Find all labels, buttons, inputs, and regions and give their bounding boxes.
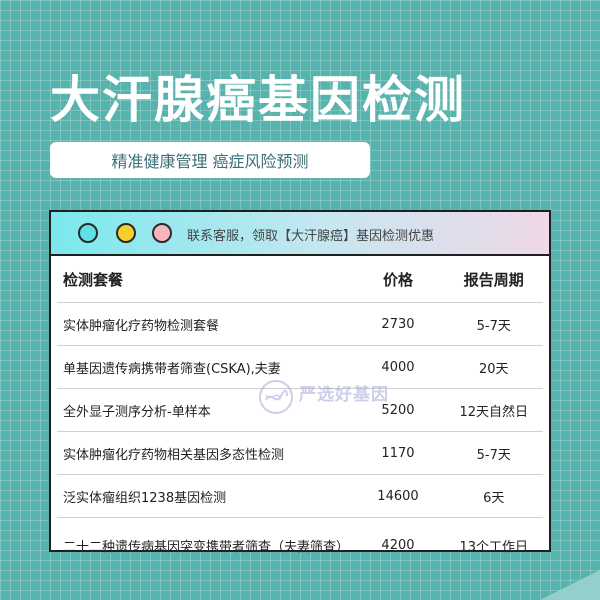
package-name: 泛实体瘤组织1238基因检测 <box>57 474 352 518</box>
subtitle-banner: 精准健康管理 癌症风险预测 <box>50 142 370 178</box>
package-price: 4200 <box>381 537 415 553</box>
corner-fold <box>540 570 600 600</box>
yellow-dot-icon <box>116 223 136 243</box>
cyan-dot-icon <box>78 223 98 243</box>
package-name: 二十二种遗传病基因突变携带者筛查（夫妻筛查） <box>63 539 350 555</box>
package-name: 单基因遗传病携带者筛查(CSKA),夫妻 <box>57 345 352 389</box>
table-row: 实体肿瘤化疗药物相关基因多态性检测 1170 5-7天 <box>57 431 543 475</box>
package-price: 4000 <box>351 345 445 389</box>
card-header: 联系客服，领取【大汗腺癌】基因检测优惠 <box>51 212 549 256</box>
table-row: 二十二种遗传病基因突变携带者筛查（夫妻筛查） 4200 13个工作日 <box>57 518 543 573</box>
column-header-price: 价格 <box>351 256 445 303</box>
report-period: 6天 <box>444 474 543 518</box>
package-price: 2730 <box>351 302 445 346</box>
package-price: 5200 <box>351 388 445 432</box>
contact-service-text[interactable]: 联系客服，领取【大汗腺癌】基因检测优惠 <box>187 225 434 244</box>
column-header-period: 报告周期 <box>444 256 543 303</box>
subtitle-text: 精准健康管理 癌症风险预测 <box>111 152 309 171</box>
package-price: 14600 <box>351 474 445 518</box>
package-name: 全外显子测序分析-单样本 <box>57 388 352 432</box>
page-title: 大汗腺癌基因检测 <box>50 71 466 129</box>
report-period: 20天 <box>444 345 543 389</box>
package-name: 实体肿瘤化疗药物检测套餐 <box>57 302 352 346</box>
report-period: 5-7天 <box>444 431 543 475</box>
table-header-row: 检测套餐 价格 报告周期 <box>57 256 543 303</box>
package-price: 1170 <box>351 431 445 475</box>
price-card: 联系客服，领取【大汗腺癌】基因检测优惠 检测套餐 价格 报告周期 实体肿瘤化疗药… <box>49 210 551 555</box>
report-period: 12天自然日 <box>444 388 543 432</box>
package-table: 检测套餐 价格 报告周期 实体肿瘤化疗药物检测套餐 2730 5-7天 单基因遗… <box>57 256 543 572</box>
package-name: 实体肿瘤化疗药物相关基因多态性检测 <box>57 431 352 475</box>
column-header-package: 检测套餐 <box>57 256 352 303</box>
pink-dot-icon <box>152 223 172 243</box>
table-row: 全外显子测序分析-单样本 5200 12天自然日 <box>57 388 543 432</box>
table-row: 实体肿瘤化疗药物检测套餐 2730 5-7天 <box>57 302 543 346</box>
report-period: 5-7天 <box>444 302 543 346</box>
table-row: 泛实体瘤组织1238基因检测 14600 6天 <box>57 474 543 518</box>
report-period: 13个工作日 <box>459 539 529 555</box>
table-row: 单基因遗传病携带者筛查(CSKA),夫妻 4000 20天 <box>57 345 543 389</box>
